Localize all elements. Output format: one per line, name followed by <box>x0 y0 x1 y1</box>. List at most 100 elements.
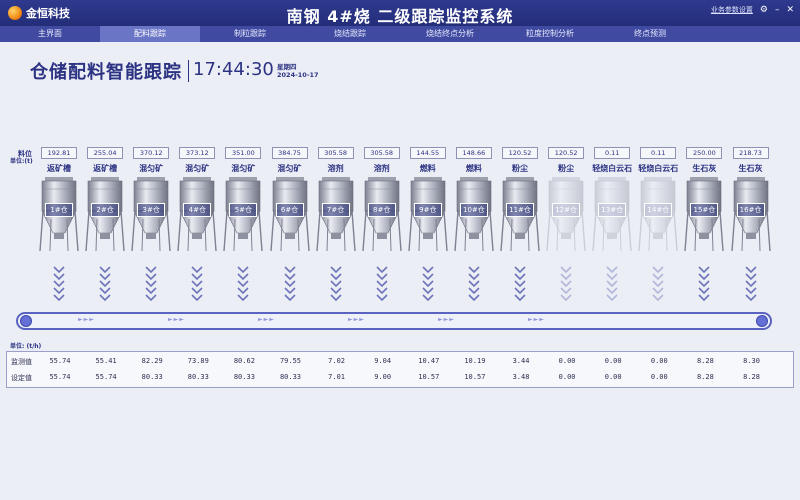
table-cell: 79.55 <box>279 357 302 365</box>
silo-15[interactable]: 250.00 生石灰 15#仓 <box>681 147 727 305</box>
silo-level: 351.00 <box>225 147 262 159</box>
conveyor-arrows: ►►► <box>348 316 365 323</box>
silo-4[interactable]: 373.12 混匀矿 4#仓 <box>174 147 220 305</box>
flow-down-icon <box>283 266 296 301</box>
nav-bar: 主界面 配料跟踪 制粒跟踪 烧结跟踪 烧结终点分析 粒度控制分析 终点预测 <box>0 26 800 42</box>
silo-material: 轻烧白云石 <box>592 164 633 173</box>
silo-level: 148.66 <box>455 147 492 159</box>
table-cell: 55.74 <box>95 373 117 381</box>
flow-down-icon <box>330 266 342 301</box>
table-cell: 73.89 <box>187 357 209 365</box>
silo-name: 2#仓 <box>91 203 120 217</box>
conveyor-arrows: ►►► <box>528 316 545 323</box>
conveyor-arrows: ►►► <box>258 316 275 323</box>
close-icon[interactable]: ✕ <box>786 5 794 15</box>
silo-material: 混匀矿 <box>231 164 256 173</box>
table-cell: 82.29 <box>141 357 163 365</box>
settings-link[interactable]: 业务参数设置 <box>711 5 753 15</box>
minimize-icon[interactable]: – <box>775 5 780 15</box>
weekday: 星期四 <box>277 63 297 71</box>
silo-level: 255.04 <box>87 147 124 159</box>
silo-name: 9#仓 <box>413 203 442 217</box>
conveyor-arrows: ►►► <box>168 316 185 323</box>
flow-down-icon <box>514 266 526 301</box>
silo-material: 混匀矿 <box>185 164 210 173</box>
flow-down-icon <box>468 266 480 301</box>
gear-icon[interactable]: ⚙ <box>760 5 768 15</box>
silo-material: 混匀矿 <box>139 164 164 173</box>
app-title: 南钢 4#烧 二级跟踪监控系统 <box>286 7 514 26</box>
silo-7[interactable]: 305.58 溶剂 7#仓 <box>313 147 359 305</box>
silo-level: 370.12 <box>133 147 170 159</box>
tab-main[interactable]: 主界面 <box>0 26 100 42</box>
table-cell: 0.00 <box>604 357 622 365</box>
flow-down-icon <box>191 266 203 301</box>
silo-13[interactable]: 0.11 轻烧白云石 13#仓 <box>589 147 635 305</box>
silo-12[interactable]: 120.52 粉尘 12#仓 <box>543 147 589 305</box>
table-cell: 9.04 <box>374 357 392 365</box>
silo-level: 305.58 <box>317 147 354 159</box>
flow-down-icon <box>145 266 157 301</box>
tab-sinter-endpoint-analysis[interactable]: 烧结终点分析 <box>400 26 500 42</box>
silo-5[interactable]: 351.00 混匀矿 5#仓 <box>220 147 266 305</box>
tab-sintering-tracking[interactable]: 烧结跟踪 <box>300 26 400 42</box>
silo-10[interactable]: 148.66 燃料 10#仓 <box>451 147 497 305</box>
table-cell: 8.28 <box>696 373 714 381</box>
table-cell: 0.00 <box>650 357 668 365</box>
table-cell: 3.44 <box>512 357 530 365</box>
flow-down-icon <box>744 266 757 301</box>
silo-14[interactable]: 0.11 轻烧白云石 14#仓 <box>635 147 681 305</box>
silo-name: 14#仓 <box>644 203 673 217</box>
tab-batching-tracking[interactable]: 配料跟踪 <box>100 26 200 42</box>
table-cell: 10.47 <box>418 357 440 365</box>
silo-8[interactable]: 305.58 溶剂 8#仓 <box>359 147 405 305</box>
table-cell: 7.02 <box>328 357 346 365</box>
tab-granularity-control[interactable]: 粒度控制分析 <box>500 26 600 42</box>
title-divider <box>188 60 189 82</box>
silo-2[interactable]: 255.04 返矿槽 2#仓 <box>82 147 128 305</box>
silo-level: 144.55 <box>409 147 446 159</box>
silo-name: 4#仓 <box>183 203 212 217</box>
silo-material: 燃料 <box>419 164 436 173</box>
table-row-measured: 监测值 55.74 55.41 82.29 73.89 80.62 79.55 7.02 9.… <box>7 357 795 370</box>
silo-material: 生石灰 <box>738 164 763 173</box>
silo-9[interactable]: 144.55 燃料 9#仓 <box>405 147 451 305</box>
silo-name: 6#仓 <box>275 203 304 217</box>
silo-16[interactable]: 218.73 生石灰 16#仓 <box>728 147 774 305</box>
silo-material: 混匀矿 <box>277 164 302 173</box>
silo-level: 218.73 <box>732 147 769 159</box>
flow-down-icon <box>698 266 710 301</box>
silo-name: 5#仓 <box>229 203 258 217</box>
table-cell: 7.01 <box>328 373 346 381</box>
table-cell: 10.19 <box>464 357 486 365</box>
silo-level: 0.11 <box>640 147 677 159</box>
tab-endpoint-prediction[interactable]: 终点预测 <box>600 26 700 42</box>
page-title: 仓储配料智能跟踪 <box>30 62 182 83</box>
table-cell: 80.33 <box>141 373 163 381</box>
silo-level: 305.58 <box>363 147 400 159</box>
silo-level: 384.75 <box>271 147 308 159</box>
table-cell: 10.57 <box>418 373 440 381</box>
table-cell: 8.30 <box>743 357 760 365</box>
flow-down-icon <box>99 266 111 301</box>
silo-material: 返矿槽 <box>47 164 71 173</box>
table-cell: 80.33 <box>187 373 209 381</box>
silo-name: 15#仓 <box>690 203 719 217</box>
silo-level: 250.00 <box>686 147 723 159</box>
silo-11[interactable]: 120.52 粉尘 11#仓 <box>497 147 543 305</box>
table-cell: 8.28 <box>743 373 760 381</box>
silo-1[interactable]: 192.81 返矿槽 1#仓 <box>36 147 82 305</box>
silo-name: 16#仓 <box>736 203 765 217</box>
clock: 17:44:30 <box>193 59 274 80</box>
silo-6[interactable]: 384.75 混匀矿 6#仓 <box>267 147 313 305</box>
silo-3[interactable]: 370.12 混匀矿 3#仓 <box>128 147 174 305</box>
silo-level: 120.52 <box>502 147 538 159</box>
silo-material: 返矿槽 <box>93 164 118 173</box>
conveyor-arrows: ►►► <box>78 316 95 323</box>
table-cell: 9.00 <box>374 373 392 381</box>
level-unit-label: 单位:(t) <box>10 158 33 165</box>
table-cell: 55.74 <box>49 373 71 381</box>
tab-granulation-tracking[interactable]: 制粒跟踪 <box>200 26 300 42</box>
silo-material: 溶剂 <box>327 164 344 173</box>
silo-name: 3#仓 <box>137 203 166 217</box>
